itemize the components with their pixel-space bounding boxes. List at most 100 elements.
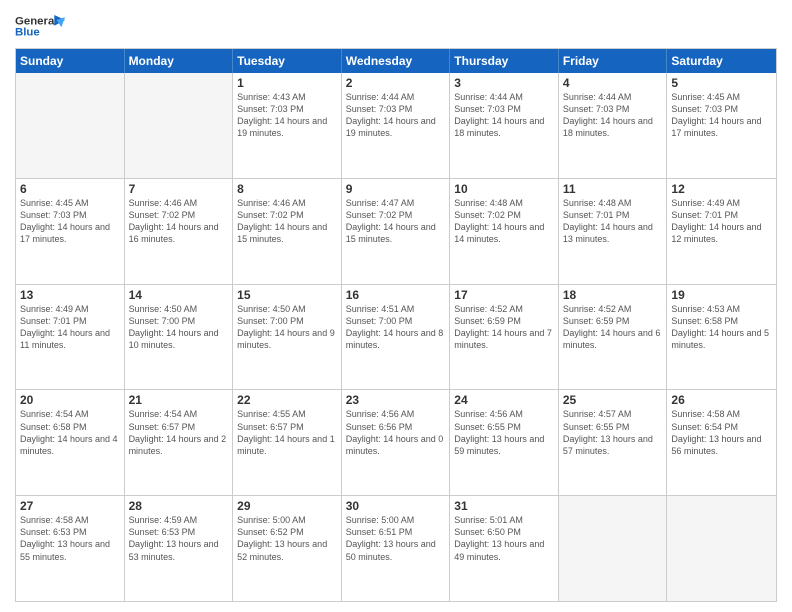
- day-info: Sunrise: 4:54 AM Sunset: 6:58 PM Dayligh…: [20, 408, 120, 457]
- day-cell-24: 24Sunrise: 4:56 AM Sunset: 6:55 PM Dayli…: [450, 390, 559, 495]
- day-cell-17: 17Sunrise: 4:52 AM Sunset: 6:59 PM Dayli…: [450, 285, 559, 390]
- day-info: Sunrise: 4:51 AM Sunset: 7:00 PM Dayligh…: [346, 303, 446, 352]
- day-number: 5: [671, 76, 772, 90]
- day-info: Sunrise: 4:48 AM Sunset: 7:01 PM Dayligh…: [563, 197, 663, 246]
- page: General Blue SundayMondayTuesdayWednesda…: [0, 0, 792, 612]
- header: General Blue: [15, 10, 777, 40]
- day-number: 22: [237, 393, 337, 407]
- day-cell-1: 1Sunrise: 4:43 AM Sunset: 7:03 PM Daylig…: [233, 73, 342, 178]
- header-day-saturday: Saturday: [667, 49, 776, 73]
- day-info: Sunrise: 4:45 AM Sunset: 7:03 PM Dayligh…: [671, 91, 772, 140]
- day-info: Sunrise: 4:52 AM Sunset: 6:59 PM Dayligh…: [563, 303, 663, 352]
- day-info: Sunrise: 4:44 AM Sunset: 7:03 PM Dayligh…: [454, 91, 554, 140]
- day-number: 15: [237, 288, 337, 302]
- day-cell-8: 8Sunrise: 4:46 AM Sunset: 7:02 PM Daylig…: [233, 179, 342, 284]
- header-day-wednesday: Wednesday: [342, 49, 451, 73]
- svg-text:Blue: Blue: [15, 27, 40, 39]
- day-number: 11: [563, 182, 663, 196]
- day-info: Sunrise: 4:43 AM Sunset: 7:03 PM Dayligh…: [237, 91, 337, 140]
- day-cell-3: 3Sunrise: 4:44 AM Sunset: 7:03 PM Daylig…: [450, 73, 559, 178]
- calendar-body: 1Sunrise: 4:43 AM Sunset: 7:03 PM Daylig…: [16, 73, 776, 601]
- day-info: Sunrise: 4:58 AM Sunset: 6:54 PM Dayligh…: [671, 408, 772, 457]
- day-cell-15: 15Sunrise: 4:50 AM Sunset: 7:00 PM Dayli…: [233, 285, 342, 390]
- day-cell-27: 27Sunrise: 4:58 AM Sunset: 6:53 PM Dayli…: [16, 496, 125, 601]
- day-number: 2: [346, 76, 446, 90]
- day-cell-14: 14Sunrise: 4:50 AM Sunset: 7:00 PM Dayli…: [125, 285, 234, 390]
- day-cell-11: 11Sunrise: 4:48 AM Sunset: 7:01 PM Dayli…: [559, 179, 668, 284]
- calendar-row-1: 1Sunrise: 4:43 AM Sunset: 7:03 PM Daylig…: [16, 73, 776, 178]
- day-number: 23: [346, 393, 446, 407]
- day-number: 31: [454, 499, 554, 513]
- day-cell-25: 25Sunrise: 4:57 AM Sunset: 6:55 PM Dayli…: [559, 390, 668, 495]
- day-info: Sunrise: 5:01 AM Sunset: 6:50 PM Dayligh…: [454, 514, 554, 563]
- header-day-monday: Monday: [125, 49, 234, 73]
- day-info: Sunrise: 5:00 AM Sunset: 6:52 PM Dayligh…: [237, 514, 337, 563]
- day-cell-19: 19Sunrise: 4:53 AM Sunset: 6:58 PM Dayli…: [667, 285, 776, 390]
- calendar-header: SundayMondayTuesdayWednesdayThursdayFrid…: [16, 49, 776, 73]
- day-info: Sunrise: 4:59 AM Sunset: 6:53 PM Dayligh…: [129, 514, 229, 563]
- day-info: Sunrise: 4:54 AM Sunset: 6:57 PM Dayligh…: [129, 408, 229, 457]
- header-day-friday: Friday: [559, 49, 668, 73]
- day-info: Sunrise: 4:45 AM Sunset: 7:03 PM Dayligh…: [20, 197, 120, 246]
- day-cell-4: 4Sunrise: 4:44 AM Sunset: 7:03 PM Daylig…: [559, 73, 668, 178]
- day-cell-12: 12Sunrise: 4:49 AM Sunset: 7:01 PM Dayli…: [667, 179, 776, 284]
- logo: General Blue: [15, 10, 65, 40]
- svg-text:General: General: [15, 15, 57, 27]
- day-info: Sunrise: 4:56 AM Sunset: 6:56 PM Dayligh…: [346, 408, 446, 457]
- day-cell-9: 9Sunrise: 4:47 AM Sunset: 7:02 PM Daylig…: [342, 179, 451, 284]
- day-info: Sunrise: 4:44 AM Sunset: 7:03 PM Dayligh…: [563, 91, 663, 140]
- day-number: 27: [20, 499, 120, 513]
- day-info: Sunrise: 4:46 AM Sunset: 7:02 PM Dayligh…: [237, 197, 337, 246]
- day-number: 18: [563, 288, 663, 302]
- day-cell-10: 10Sunrise: 4:48 AM Sunset: 7:02 PM Dayli…: [450, 179, 559, 284]
- calendar-row-4: 20Sunrise: 4:54 AM Sunset: 6:58 PM Dayli…: [16, 389, 776, 495]
- day-cell-16: 16Sunrise: 4:51 AM Sunset: 7:00 PM Dayli…: [342, 285, 451, 390]
- day-number: 4: [563, 76, 663, 90]
- day-number: 10: [454, 182, 554, 196]
- day-number: 1: [237, 76, 337, 90]
- day-info: Sunrise: 4:56 AM Sunset: 6:55 PM Dayligh…: [454, 408, 554, 457]
- calendar-row-3: 13Sunrise: 4:49 AM Sunset: 7:01 PM Dayli…: [16, 284, 776, 390]
- day-cell-13: 13Sunrise: 4:49 AM Sunset: 7:01 PM Dayli…: [16, 285, 125, 390]
- day-info: Sunrise: 4:57 AM Sunset: 6:55 PM Dayligh…: [563, 408, 663, 457]
- day-number: 17: [454, 288, 554, 302]
- calendar: SundayMondayTuesdayWednesdayThursdayFrid…: [15, 48, 777, 602]
- day-cell-26: 26Sunrise: 4:58 AM Sunset: 6:54 PM Dayli…: [667, 390, 776, 495]
- day-info: Sunrise: 4:52 AM Sunset: 6:59 PM Dayligh…: [454, 303, 554, 352]
- day-cell-20: 20Sunrise: 4:54 AM Sunset: 6:58 PM Dayli…: [16, 390, 125, 495]
- day-cell-5: 5Sunrise: 4:45 AM Sunset: 7:03 PM Daylig…: [667, 73, 776, 178]
- day-info: Sunrise: 4:53 AM Sunset: 6:58 PM Dayligh…: [671, 303, 772, 352]
- day-number: 30: [346, 499, 446, 513]
- day-info: Sunrise: 4:50 AM Sunset: 7:00 PM Dayligh…: [237, 303, 337, 352]
- day-number: 26: [671, 393, 772, 407]
- day-cell-6: 6Sunrise: 4:45 AM Sunset: 7:03 PM Daylig…: [16, 179, 125, 284]
- day-number: 3: [454, 76, 554, 90]
- header-day-sunday: Sunday: [16, 49, 125, 73]
- day-number: 29: [237, 499, 337, 513]
- day-cell-23: 23Sunrise: 4:56 AM Sunset: 6:56 PM Dayli…: [342, 390, 451, 495]
- day-number: 19: [671, 288, 772, 302]
- calendar-row-2: 6Sunrise: 4:45 AM Sunset: 7:03 PM Daylig…: [16, 178, 776, 284]
- day-info: Sunrise: 4:55 AM Sunset: 6:57 PM Dayligh…: [237, 408, 337, 457]
- day-number: 12: [671, 182, 772, 196]
- day-number: 28: [129, 499, 229, 513]
- calendar-row-5: 27Sunrise: 4:58 AM Sunset: 6:53 PM Dayli…: [16, 495, 776, 601]
- day-number: 20: [20, 393, 120, 407]
- logo-svg: General Blue: [15, 10, 65, 40]
- empty-cell: [16, 73, 125, 178]
- day-cell-2: 2Sunrise: 4:44 AM Sunset: 7:03 PM Daylig…: [342, 73, 451, 178]
- day-info: Sunrise: 4:58 AM Sunset: 6:53 PM Dayligh…: [20, 514, 120, 563]
- day-cell-28: 28Sunrise: 4:59 AM Sunset: 6:53 PM Dayli…: [125, 496, 234, 601]
- day-number: 14: [129, 288, 229, 302]
- header-day-thursday: Thursday: [450, 49, 559, 73]
- empty-cell: [559, 496, 668, 601]
- empty-cell: [125, 73, 234, 178]
- day-number: 7: [129, 182, 229, 196]
- day-cell-21: 21Sunrise: 4:54 AM Sunset: 6:57 PM Dayli…: [125, 390, 234, 495]
- day-number: 8: [237, 182, 337, 196]
- empty-cell: [667, 496, 776, 601]
- day-number: 6: [20, 182, 120, 196]
- day-cell-31: 31Sunrise: 5:01 AM Sunset: 6:50 PM Dayli…: [450, 496, 559, 601]
- day-info: Sunrise: 4:49 AM Sunset: 7:01 PM Dayligh…: [671, 197, 772, 246]
- day-number: 13: [20, 288, 120, 302]
